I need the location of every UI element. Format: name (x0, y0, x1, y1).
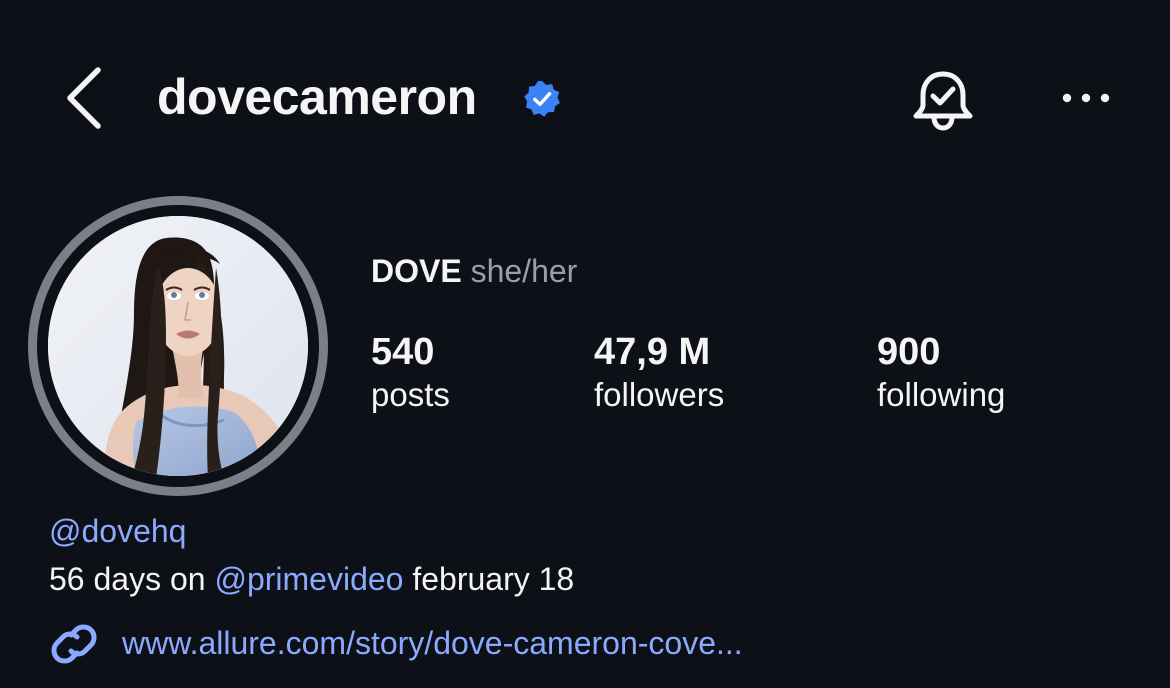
link-icon (51, 624, 97, 664)
bio-line-2: 56 days on @primevideo february 18 (49, 560, 574, 598)
stat-posts-value: 540 (371, 331, 435, 373)
avatar[interactable] (28, 196, 328, 496)
stat-following-label: following (877, 376, 1006, 413)
stat-following[interactable]: 900 following (877, 330, 1005, 415)
chevron-left-icon (67, 67, 101, 129)
stat-followers-label: followers (594, 376, 725, 413)
stat-followers[interactable]: 47,9 M followers (594, 330, 724, 415)
bio-mention-primevideo[interactable]: @primevideo (214, 561, 403, 597)
display-name: DOVE (371, 253, 462, 289)
stat-following-value: 900 (877, 331, 941, 373)
more-options-button[interactable] (1056, 80, 1116, 116)
bio-text-suffix: february 18 (403, 561, 575, 597)
stat-posts-label: posts (371, 376, 450, 413)
profile-photo (48, 216, 308, 476)
stat-followers-value: 47,9 M (594, 331, 711, 373)
bell-check-icon (913, 71, 973, 131)
bio-mention-dovehq[interactable]: @dovehq (49, 513, 186, 549)
bio-external-link[interactable]: www.allure.com/story/dove-cameron-cove..… (122, 624, 743, 662)
display-name-row: DOVE she/her (371, 252, 577, 290)
bio-line-1: @dovehq (49, 512, 186, 550)
more-horizontal-icon (1062, 93, 1110, 103)
bio-text-prefix: 56 days on (49, 561, 215, 597)
pronouns: she/her (470, 253, 578, 289)
profile-screen: dovecameron DOVE she/her 540 posts 47,9 … (0, 0, 1170, 688)
profile-username: dovecameron (157, 69, 477, 125)
notifications-button[interactable] (908, 68, 978, 134)
back-button[interactable] (58, 62, 118, 132)
verified-badge-icon (524, 80, 560, 117)
stat-posts[interactable]: 540 posts (371, 330, 450, 415)
